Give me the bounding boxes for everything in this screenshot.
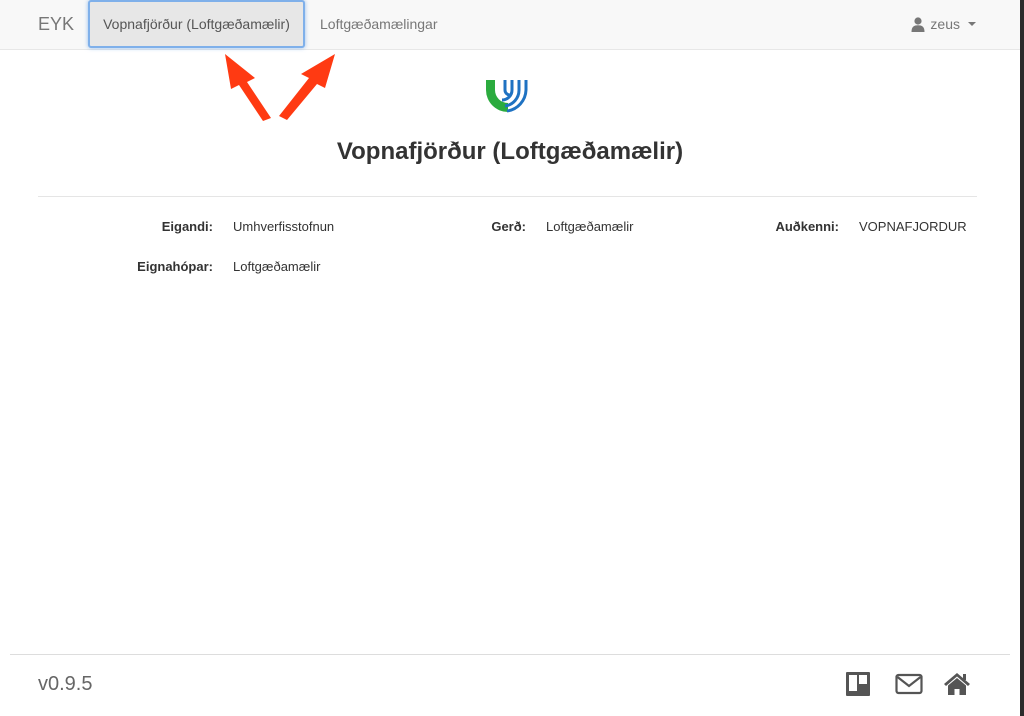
- annotation-arrows: [225, 54, 335, 121]
- organization-logo: [486, 80, 528, 113]
- navbar: EYK Vopnafjörður (Loftgæðamælir) Loftgæð…: [0, 0, 1020, 50]
- tab-loftgaedamaelingar[interactable]: Loftgæðamælingar: [320, 0, 438, 48]
- asset-groups-value: Loftgæðamælir: [233, 259, 321, 274]
- divider: [38, 196, 977, 197]
- user-name: zeus: [930, 16, 960, 32]
- type-value: Loftgæðamælir: [546, 219, 634, 234]
- asset-groups-label: Eignahópar:: [137, 259, 213, 274]
- caret-down-icon: [968, 22, 976, 26]
- user-icon: [911, 16, 925, 32]
- version-label: v0.9.5: [38, 673, 93, 695]
- type-label: Gerð:: [491, 219, 526, 234]
- tab-vopnafjordur[interactable]: Vopnafjörður (Loftgæðamælir): [88, 0, 305, 48]
- page-title: Vopnafjörður (Loftgæðamælir): [336, 138, 684, 165]
- envelope-icon[interactable]: [895, 671, 923, 697]
- owner-label: Eigandi:: [161, 219, 213, 234]
- user-menu[interactable]: zeus: [911, 0, 976, 48]
- trello-icon[interactable]: [845, 671, 871, 697]
- home-icon[interactable]: [943, 671, 971, 697]
- brand-link[interactable]: EYK: [38, 14, 74, 35]
- identifier-label: Auðkenni:: [775, 219, 839, 234]
- identifier-value: VOPNAFJORDUR: [859, 219, 967, 234]
- footer-divider: [10, 654, 1010, 655]
- owner-value: Umhverfisstofnun: [233, 219, 335, 234]
- window-edge: [1020, 0, 1024, 716]
